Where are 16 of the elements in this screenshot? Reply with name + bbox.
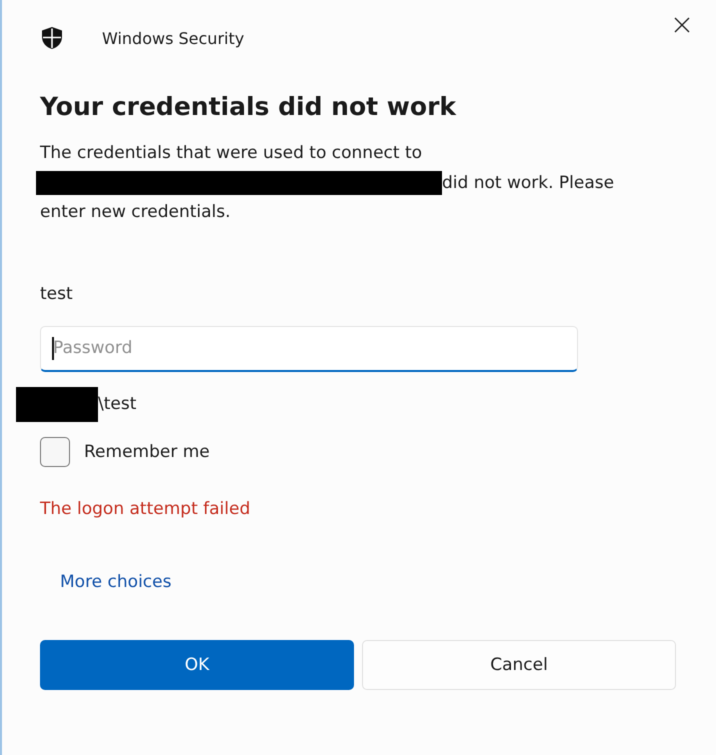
account-name: test bbox=[40, 284, 74, 304]
domain-user-name: \test bbox=[98, 394, 136, 414]
checkbox-label: Remember me bbox=[84, 442, 210, 462]
dialog-heading: Your credentials did not work bbox=[40, 92, 458, 121]
message-text: The credentials that were used to connect to bbox=[40, 142, 422, 165]
remember-checkbox[interactable] bbox=[40, 436, 70, 466]
more-choices-link[interactable]: More choices bbox=[60, 572, 172, 592]
password-field[interactable]: Password bbox=[40, 326, 578, 372]
ok-button[interactable]: OK bbox=[40, 640, 354, 690]
window-title: Windows Security bbox=[102, 28, 246, 48]
shield-icon bbox=[40, 26, 64, 50]
cancel-button[interactable]: Cancel bbox=[362, 640, 676, 690]
message-text: enter new credentials. bbox=[40, 201, 231, 224]
error-message: The logon attempt failed bbox=[40, 498, 252, 518]
message-text: did not work. Please bbox=[442, 172, 614, 194]
text-cursor bbox=[52, 336, 54, 360]
